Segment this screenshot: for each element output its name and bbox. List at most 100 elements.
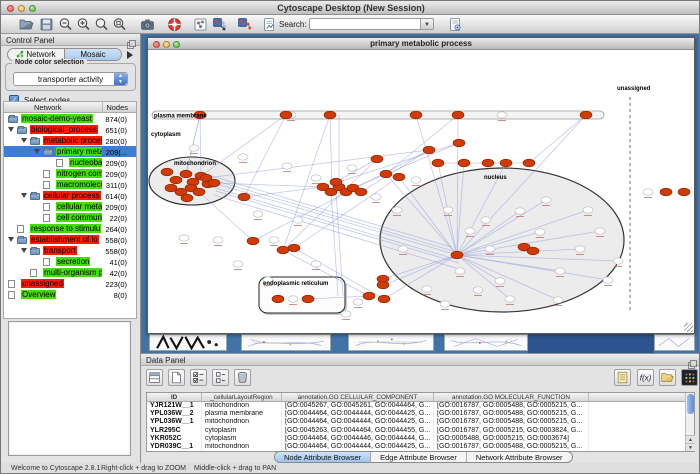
table-row[interactable]: YJR121W__1mitochondrion[GO:0045267, GO:0… [147, 402, 694, 410]
tab-node-attribute-browser[interactable]: Node Attribute Browser [275, 452, 370, 462]
edge[interactable] [529, 115, 586, 163]
selected-node[interactable] [288, 244, 300, 252]
network-canvas[interactable]: plasma membranecytoplasmmitochondrionnuc… [148, 50, 694, 333]
window-titlebar[interactable]: Cytoscape Desktop (New Session) [1, 1, 700, 15]
selected-node[interactable] [180, 170, 192, 178]
attribute-table-header[interactable]: ID_cellularLayoutRegionannotation.GO CEL… [147, 393, 694, 402]
background-window-fragment[interactable] [348, 334, 434, 351]
selected-node[interactable] [580, 111, 592, 119]
expand-arrow-icon[interactable] [8, 127, 14, 132]
scroll-down-icon[interactable]: ▼ [686, 443, 695, 451]
node[interactable] [643, 189, 653, 195]
selected-node[interactable] [280, 111, 292, 119]
new-attribute-icon[interactable] [168, 369, 185, 386]
node[interactable] [353, 299, 363, 305]
select-attributes-icon[interactable] [190, 369, 207, 386]
expand-arrow-icon[interactable] [8, 237, 14, 242]
tree-row[interactable]: nitrogen compo209(0) [4, 168, 136, 179]
background-window-fragment[interactable] [241, 334, 331, 351]
zoom-in-icon[interactable] [76, 17, 91, 32]
tree-row[interactable]: cellular process614(0) [4, 190, 136, 201]
tree-row[interactable]: macromolecule311(0) [4, 179, 136, 190]
node[interactable] [603, 277, 613, 283]
function-builder-icon[interactable]: f(x) [637, 369, 654, 386]
table-row[interactable]: YLR295Ccytoplasm[GO:0045263, GO:0044464,… [147, 427, 694, 435]
attribute-table[interactable]: ID_cellularLayoutRegionannotation.GO CEL… [146, 392, 695, 452]
selected-node[interactable] [482, 159, 494, 167]
edge[interactable] [386, 115, 458, 174]
node[interactable] [595, 228, 605, 234]
float-panel-icon[interactable] [127, 36, 136, 45]
selected-node[interactable] [410, 111, 422, 119]
zoom-fit-icon[interactable] [112, 17, 127, 32]
node[interactable] [288, 296, 298, 302]
selected-node[interactable] [170, 176, 182, 184]
selected-node[interactable] [678, 188, 690, 196]
node[interactable] [392, 207, 402, 213]
selected-node[interactable] [193, 188, 205, 196]
edge[interactable] [244, 187, 323, 197]
unselect-attributes-icon[interactable] [212, 369, 229, 386]
node[interactable] [443, 207, 453, 213]
notepad-icon[interactable] [614, 369, 631, 386]
selected-node[interactable] [208, 179, 220, 187]
selected-node[interactable] [277, 246, 289, 254]
node[interactable] [485, 246, 495, 252]
node[interactable] [213, 237, 223, 243]
compartment-plasma-membrane[interactable] [152, 111, 604, 119]
selected-node[interactable] [500, 159, 512, 167]
tree-row[interactable]: mosaic-demo-yeast874(0) [4, 113, 136, 124]
expand-arrow-icon[interactable] [34, 149, 40, 154]
node[interactable] [495, 278, 505, 284]
selected-node[interactable] [378, 295, 390, 303]
selected-node[interactable] [302, 295, 314, 303]
selected-node[interactable] [161, 168, 173, 176]
expand-arrow-icon[interactable] [21, 248, 27, 253]
node[interactable] [465, 228, 475, 234]
node[interactable] [497, 112, 507, 118]
zoom-out-icon[interactable] [58, 17, 73, 32]
node[interactable] [515, 208, 525, 214]
column-header[interactable]: ID [147, 393, 202, 401]
table-row[interactable]: YKR052Ccytoplasm[GO:0044464, GO:0044446,… [147, 435, 694, 443]
expand-arrow-icon[interactable] [21, 138, 27, 143]
tree-header[interactable]: Network Nodes [4, 102, 136, 113]
node[interactable] [341, 311, 351, 317]
selected-node[interactable] [458, 159, 470, 167]
node[interactable] [575, 246, 585, 252]
selected-node[interactable] [371, 155, 383, 163]
selected-node[interactable] [355, 188, 367, 196]
vizmap-overlay-icon-1[interactable] [212, 17, 227, 32]
tree-row[interactable]: biological_process651(0) [4, 124, 136, 135]
node[interactable] [505, 296, 515, 302]
tree-row[interactable]: metabolic process280(0) [4, 135, 136, 146]
tree-row[interactable]: unassigned223(0) [4, 278, 136, 289]
network-view-window[interactable]: primary metabolic process plasma membran… [147, 37, 695, 334]
tab-edge-attribute-browser[interactable]: Edge Attribute Browser [370, 452, 466, 462]
delete-attribute-icon[interactable] [234, 369, 251, 386]
selected-node[interactable] [324, 111, 336, 119]
edge[interactable] [283, 115, 330, 250]
annotation-icon[interactable] [262, 17, 277, 32]
matrix-icon[interactable] [681, 369, 698, 386]
attribute-table-icon[interactable] [146, 369, 163, 386]
node[interactable] [253, 211, 263, 217]
search-dropdown-icon[interactable]: ▼ [421, 18, 434, 30]
selected-node[interactable] [660, 188, 672, 196]
selected-node[interactable] [527, 247, 539, 255]
open-file-icon[interactable] [19, 17, 34, 32]
node[interactable] [238, 154, 248, 160]
node[interactable] [179, 235, 189, 241]
table-row[interactable]: YPL036W__2plasma membrane[GO:0044464, GO… [147, 410, 694, 418]
selected-node[interactable] [393, 173, 405, 181]
column-header[interactable]: annotation.GO MOLECULAR_FUNCTION [434, 393, 589, 401]
table-row[interactable]: YPL036W__1mitochondrion[GO:0044464, GO:0… [147, 418, 694, 426]
search-options-icon[interactable] [448, 17, 463, 32]
float-panel-icon[interactable] [688, 356, 697, 365]
zoom-selected-icon[interactable] [94, 17, 109, 32]
node[interactable] [541, 197, 551, 203]
tree-row[interactable]: primary metabol209(... [4, 146, 136, 157]
selected-node[interactable] [330, 178, 342, 186]
node[interactable] [613, 258, 623, 264]
node[interactable] [481, 217, 491, 223]
